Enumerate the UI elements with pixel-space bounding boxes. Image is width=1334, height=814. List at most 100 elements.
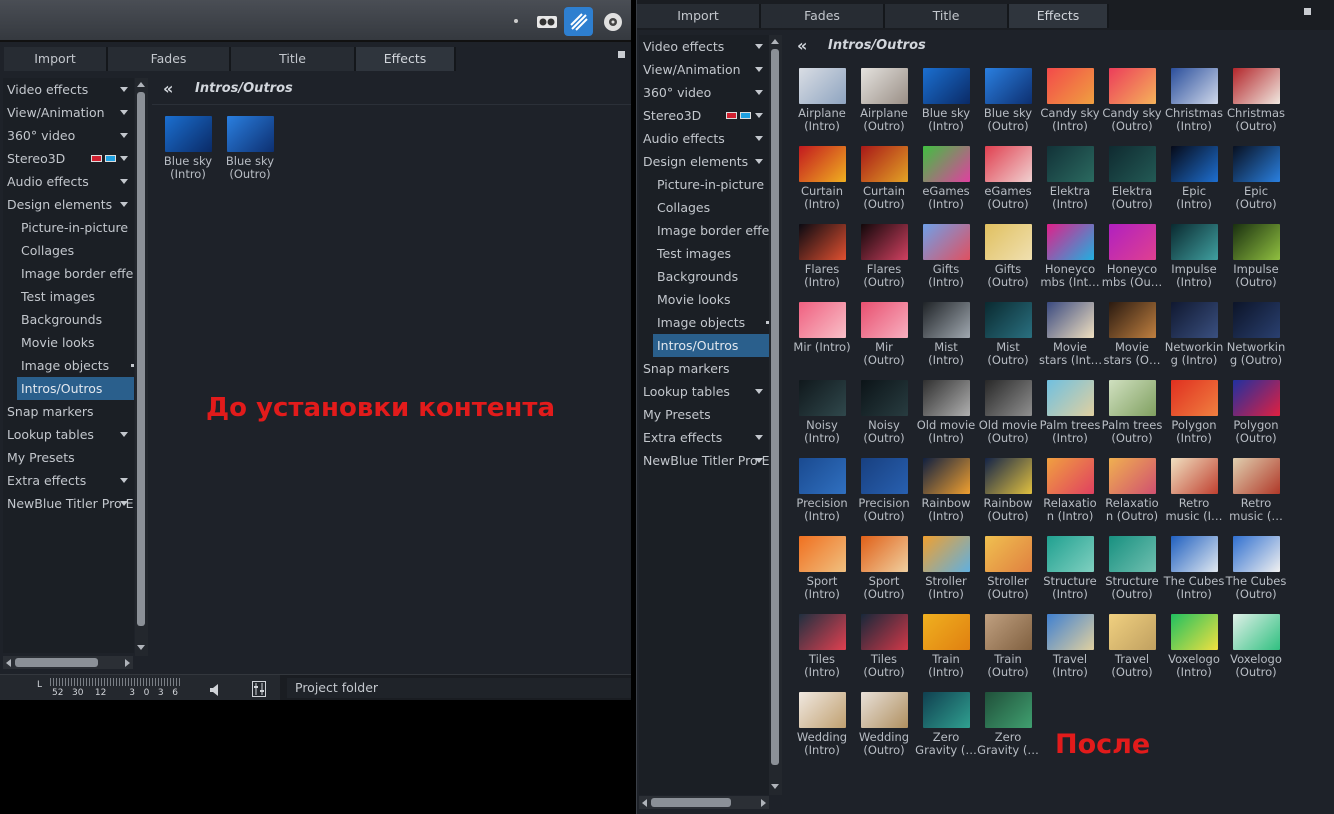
effect-tile[interactable]: Rainbow (Intro)	[915, 458, 977, 523]
tab-title[interactable]: Title	[231, 47, 356, 71]
effect-tile[interactable]: Structure (Outro)	[1101, 536, 1163, 601]
chevron-down-icon[interactable]	[120, 202, 128, 207]
effect-tile[interactable]: The Cubes (Outro)	[1225, 536, 1287, 601]
effect-tile[interactable]: Mist (Intro)	[915, 302, 977, 367]
effect-tile[interactable]: Sport (Outro)	[853, 536, 915, 601]
sidebar-item[interactable]: Movie looks	[3, 331, 134, 354]
tab-effects[interactable]: Effects	[1009, 4, 1109, 28]
effect-tile[interactable]: Travel (Outro)	[1101, 614, 1163, 679]
chevron-down-icon[interactable]	[755, 159, 763, 164]
effect-tile[interactable]: Networkin g (Outro)	[1225, 302, 1287, 367]
right-sidebar-vscroll[interactable]	[769, 35, 782, 795]
chevron-down-icon[interactable]	[120, 156, 128, 161]
speaker-icon[interactable]	[209, 683, 221, 700]
mixer-icon[interactable]	[252, 681, 266, 700]
sidebar-item[interactable]: Movie looks	[639, 288, 769, 311]
tab-import[interactable]: Import	[637, 4, 761, 28]
sidebar-item[interactable]: View/Animation	[639, 58, 769, 81]
effect-tile[interactable]: Train (Intro)	[915, 614, 977, 679]
effect-tile[interactable]: Zero Gravity (…	[915, 692, 977, 757]
effect-tile[interactable]: Impulse (Intro)	[1163, 224, 1225, 289]
effect-tile[interactable]: Movie stars (O…	[1101, 302, 1163, 367]
effect-tile[interactable]: Precision (Intro)	[791, 458, 853, 523]
sidebar-item[interactable]: Video effects	[639, 35, 769, 58]
effect-tile[interactable]: Networkin g (Intro)	[1163, 302, 1225, 367]
effect-tile[interactable]: Tiles (Outro)	[853, 614, 915, 679]
right-sidebar-hscroll[interactable]	[639, 796, 769, 809]
sidebar-item[interactable]: Audio effects	[639, 127, 769, 150]
tab-title[interactable]: Title	[885, 4, 1009, 28]
effect-tile[interactable]: Wedding (Intro)	[791, 692, 853, 757]
sidebar-item[interactable]: Image objects	[3, 354, 134, 377]
sidebar-item[interactable]: Audio effects	[3, 170, 134, 193]
effect-tile[interactable]: Stroller (Intro)	[915, 536, 977, 601]
effect-tile[interactable]: Impulse (Outro)	[1225, 224, 1287, 289]
sidebar-item[interactable]: Collages	[3, 239, 134, 262]
effect-tile[interactable]: Flares (Intro)	[791, 224, 853, 289]
stereo-glasses-toolbar-icon[interactable]	[532, 7, 561, 36]
effect-tile[interactable]: The Cubes (Intro)	[1163, 536, 1225, 601]
effect-tile[interactable]: Gifts (Outro)	[977, 224, 1039, 289]
effect-tile[interactable]: Polygon (Intro)	[1163, 380, 1225, 445]
effect-tile[interactable]: Structure (Intro)	[1039, 536, 1101, 601]
sidebar-item[interactable]: Test images	[639, 242, 769, 265]
effect-tile[interactable]: Precision (Outro)	[853, 458, 915, 523]
sidebar-item[interactable]: Image border effects	[639, 219, 769, 242]
effect-tile[interactable]: Retro music (…	[1225, 458, 1287, 523]
tab-fades[interactable]: Fades	[761, 4, 885, 28]
sidebar-item[interactable]: My Presets	[639, 403, 769, 426]
effect-tile[interactable]: Elektra (Outro)	[1101, 146, 1163, 211]
effect-tile[interactable]: Voxelogo (Intro)	[1163, 614, 1225, 679]
sidebar-item[interactable]: Intros/Outros	[639, 334, 769, 357]
sidebar-item[interactable]: NewBlue Titler Pro Ext	[3, 492, 134, 515]
scroll-up-icon[interactable]	[771, 39, 779, 44]
sidebar-item[interactable]: Design elements	[3, 193, 134, 216]
scroll-right-icon[interactable]	[125, 659, 130, 667]
panel-close-icon[interactable]	[1304, 8, 1311, 15]
sidebar-item[interactable]: View/Animation	[3, 101, 134, 124]
chevron-down-icon[interactable]	[755, 136, 763, 141]
sidebar-item[interactable]: 360° video	[3, 124, 134, 147]
effect-tile[interactable]: Curtain (Intro)	[791, 146, 853, 211]
effect-tile[interactable]: Elektra (Intro)	[1039, 146, 1101, 211]
chevron-down-icon[interactable]	[120, 133, 128, 138]
sidebar-item[interactable]: Picture-in-picture	[639, 173, 769, 196]
effect-tile[interactable]: Blue sky (Outro)	[977, 68, 1039, 133]
chevron-down-icon[interactable]	[755, 44, 763, 49]
sidebar-item[interactable]: 360° video	[639, 81, 769, 104]
sidebar-item[interactable]: Backgrounds	[639, 265, 769, 288]
effect-tile[interactable]: Christmas (Intro)	[1163, 68, 1225, 133]
effect-tile[interactable]: Blue sky (Intro)	[157, 116, 219, 181]
effect-tile[interactable]: Tiles (Intro)	[791, 614, 853, 679]
effect-tile[interactable]: Airplane (Outro)	[853, 68, 915, 133]
right-sidebar-hscroll-thumb[interactable]	[651, 798, 731, 807]
effect-tile[interactable]: Polygon (Outro)	[1225, 380, 1287, 445]
chevron-down-icon[interactable]	[120, 432, 128, 437]
effect-tile[interactable]: Curtain (Outro)	[853, 146, 915, 211]
sidebar-item[interactable]: Extra effects	[3, 469, 134, 492]
chevron-down-icon[interactable]	[120, 478, 128, 483]
effect-tile[interactable]: Mir (Outro)	[853, 302, 915, 367]
effect-tile[interactable]: Christmas (Outro)	[1225, 68, 1287, 133]
effect-tile[interactable]: Flares (Outro)	[853, 224, 915, 289]
back-chevron-icon[interactable]: «	[797, 36, 807, 55]
right-sidebar-vscroll-thumb[interactable]	[771, 49, 779, 765]
sidebar-item[interactable]: Image border effects	[3, 262, 134, 285]
left-sidebar-vscroll[interactable]	[135, 78, 148, 656]
left-sidebar-hscroll[interactable]	[3, 656, 133, 669]
effect-tile[interactable]: Wedding (Outro)	[853, 692, 915, 757]
effect-tile[interactable]: Old movie (Outro)	[977, 380, 1039, 445]
effect-tile[interactable]: Retro music (I…	[1163, 458, 1225, 523]
effect-tile[interactable]: Palm trees (Intro)	[1039, 380, 1101, 445]
sidebar-item[interactable]: Video effects	[3, 78, 134, 101]
tab-fades[interactable]: Fades	[108, 47, 231, 71]
tab-import[interactable]: Import	[4, 47, 108, 71]
back-chevron-icon[interactable]: «	[163, 79, 173, 98]
scroll-right-icon[interactable]	[761, 799, 766, 807]
chevron-down-icon[interactable]	[755, 113, 763, 118]
sidebar-item[interactable]: Picture-in-picture	[3, 216, 134, 239]
scroll-up-icon[interactable]	[137, 82, 145, 87]
effect-tile[interactable]: Train (Outro)	[977, 614, 1039, 679]
panel-close-icon[interactable]	[618, 51, 625, 58]
chevron-down-icon[interactable]	[755, 389, 763, 394]
